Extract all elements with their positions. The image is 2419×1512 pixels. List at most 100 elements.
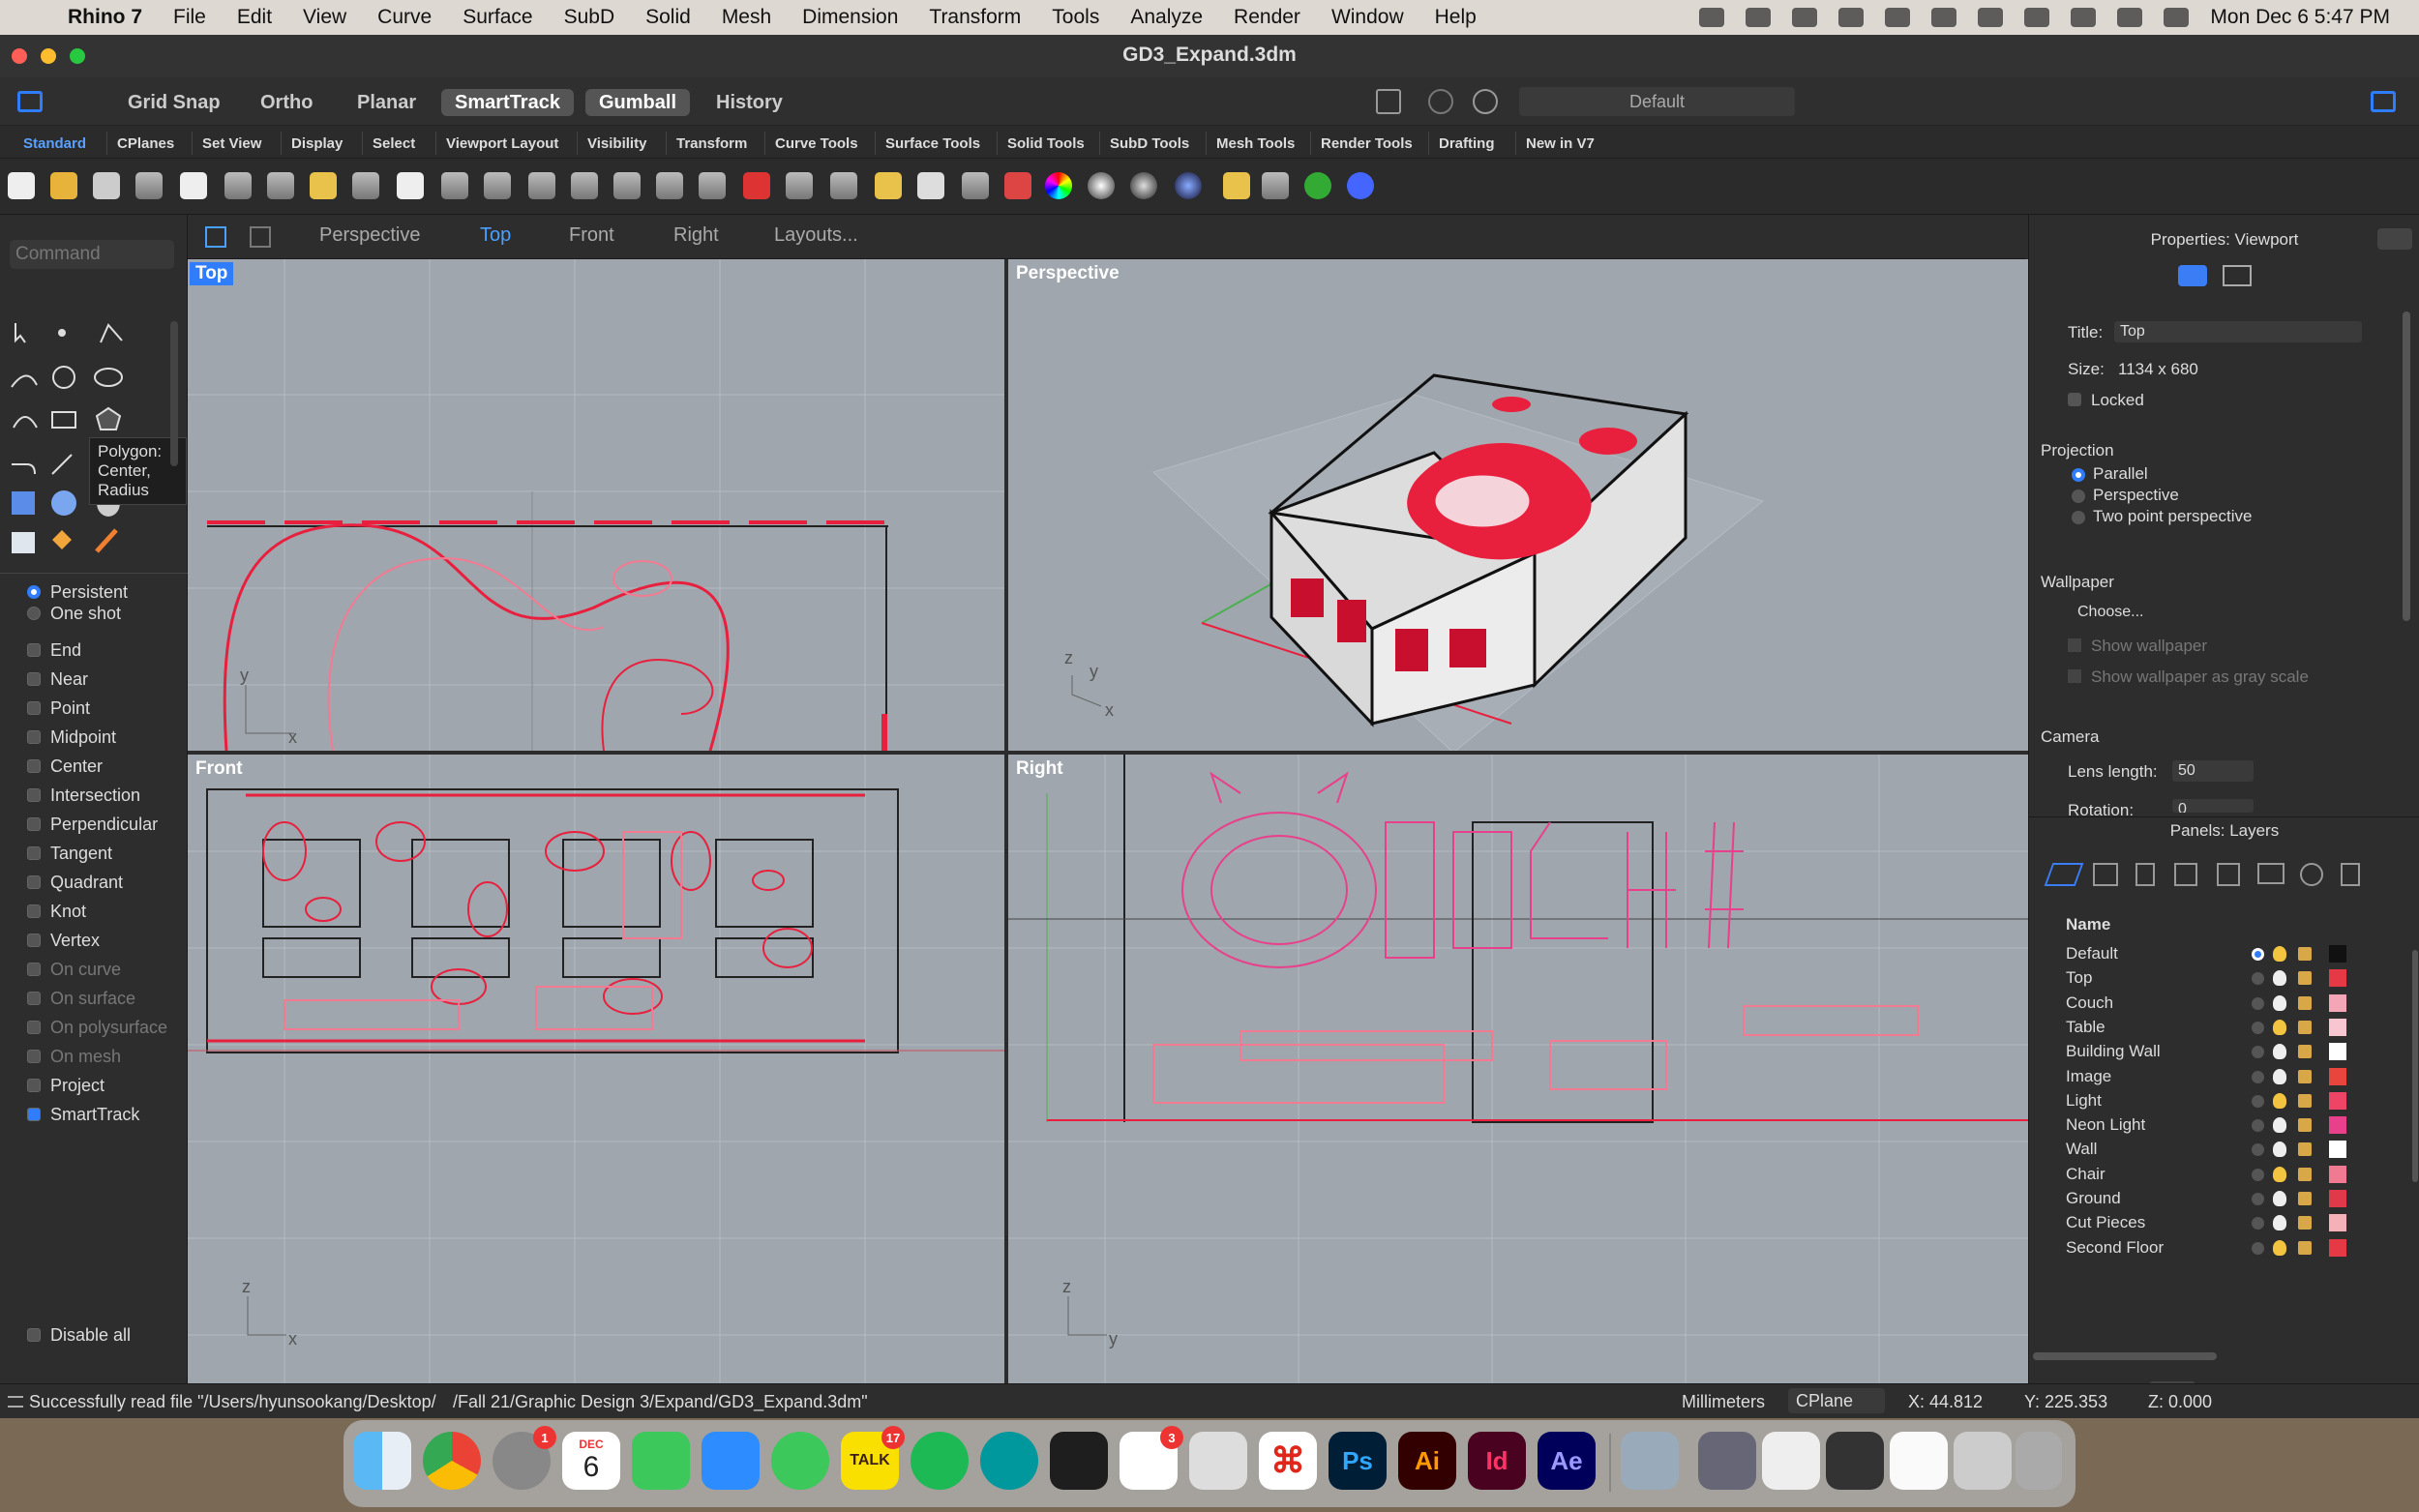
menu-tools[interactable]: Tools (1052, 6, 1099, 29)
layer-color-swatch[interactable] (2329, 1116, 2346, 1135)
zoom-extents-icon[interactable] (571, 172, 598, 199)
menu-curve[interactable]: Curve (377, 6, 432, 29)
layers-tab-icon[interactable] (2044, 863, 2084, 886)
visibility-bulb-icon[interactable] (2273, 1092, 2286, 1109)
target-icon[interactable] (1473, 89, 1498, 114)
layer-row[interactable]: Image (2029, 1065, 2419, 1089)
layer-row[interactable]: Couch (2029, 992, 2419, 1016)
menu-render[interactable]: Render (1234, 6, 1300, 29)
tab-curve-tools[interactable]: Curve Tools (764, 132, 868, 155)
lock-icon[interactable] (2298, 1045, 2312, 1059)
lock-icon[interactable] (962, 172, 989, 199)
panel-toggle-icon[interactable] (2371, 91, 2396, 112)
visibility-bulb-icon[interactable] (2273, 1019, 2286, 1035)
layer-color-swatch[interactable] (2329, 1238, 2346, 1257)
osnap-on-surface[interactable]: On surface (27, 987, 135, 1010)
shaded-sphere-icon[interactable] (1088, 172, 1115, 199)
current-layer-radio[interactable] (2252, 972, 2264, 986)
menu-solid[interactable]: Solid (645, 6, 691, 29)
tab-visibility[interactable]: Visibility (577, 132, 656, 155)
photoshop-icon[interactable]: Ps (1329, 1432, 1387, 1490)
tab-top[interactable]: Top (480, 224, 511, 247)
rhino-icon[interactable] (1189, 1432, 1247, 1490)
sync-icon[interactable] (1746, 8, 1772, 27)
layer-color-swatch[interactable] (2329, 1141, 2346, 1159)
wallpaper-select[interactable]: Choose... (2072, 602, 2217, 623)
visibility-bulb-icon[interactable] (2273, 1068, 2286, 1084)
visibility-bulb-icon[interactable] (2273, 1191, 2286, 1206)
osnap-checkbox[interactable] (27, 963, 41, 976)
viewport-right[interactable]: z y Right (1008, 755, 2028, 1416)
visibility-bulb-icon[interactable] (2273, 1215, 2286, 1231)
layer-row[interactable]: Neon Light (2029, 1113, 2419, 1138)
command-input[interactable]: Command (10, 240, 174, 269)
filter-icon[interactable] (1376, 89, 1401, 114)
single-layout-icon[interactable] (250, 226, 271, 248)
four-viewports-icon[interactable] (699, 172, 726, 199)
trash-icon[interactable] (2016, 1432, 2062, 1490)
lock-icon[interactable] (2298, 1142, 2312, 1157)
flag-icon[interactable] (1885, 8, 1911, 27)
paste-icon[interactable] (310, 172, 337, 199)
layer-color-swatch[interactable] (2329, 1214, 2346, 1232)
lock-icon[interactable] (2298, 1093, 2312, 1108)
new-file-icon[interactable] (8, 172, 35, 199)
current-layer-radio[interactable] (2252, 996, 2264, 1010)
messages-icon[interactable] (771, 1432, 829, 1490)
undo-icon[interactable] (352, 172, 379, 199)
lock-icon[interactable] (2298, 1167, 2312, 1181)
osnap-on-curve[interactable]: On curve (27, 958, 121, 981)
render-icon[interactable] (1175, 172, 1202, 199)
figma-icon[interactable] (1050, 1432, 1108, 1490)
tab-viewport-layout[interactable]: Viewport Layout (435, 132, 568, 155)
wifi-icon[interactable] (2024, 8, 2050, 27)
osnap-checkbox[interactable] (27, 817, 41, 831)
chat-icon[interactable] (1792, 8, 1818, 27)
acrobat-icon[interactable]: ⌘ (1259, 1432, 1317, 1490)
environments-tab-icon[interactable] (2217, 863, 2240, 886)
points-on-icon[interactable] (875, 172, 902, 199)
layer-color-swatch[interactable] (2329, 969, 2346, 988)
osnap-checkbox[interactable] (27, 875, 41, 889)
menu-mesh[interactable]: Mesh (722, 6, 771, 29)
menu-analyze[interactable]: Analyze (1130, 6, 1203, 29)
document-tab-icon[interactable] (2135, 863, 2155, 886)
visibility-bulb-icon[interactable] (2273, 1044, 2286, 1060)
tab-cplanes[interactable]: CPlanes (106, 132, 184, 155)
menu-app-name[interactable]: Rhino 7 (68, 6, 142, 29)
spotify-icon[interactable] (911, 1432, 969, 1490)
recent-window-3[interactable] (1826, 1432, 1884, 1490)
pan-icon[interactable] (397, 172, 424, 199)
tab-new-in-v7[interactable]: New in V7 (1515, 132, 1604, 155)
creative-cloud-icon[interactable] (1699, 8, 1725, 27)
current-layer-radio[interactable] (2252, 1217, 2264, 1230)
facetime-icon[interactable] (632, 1432, 690, 1490)
current-layer-radio[interactable] (2252, 1193, 2264, 1205)
materials-tab-icon[interactable] (2174, 863, 2197, 886)
lock-icon[interactable] (2298, 1216, 2312, 1230)
title-field[interactable]: Top (2114, 321, 2362, 342)
menu-transform[interactable]: Transform (929, 6, 1021, 29)
layer-color-swatch[interactable] (2329, 1018, 2346, 1036)
open-file-icon[interactable] (50, 172, 77, 199)
tab-right[interactable]: Right (673, 224, 719, 247)
osnap-perpendicular[interactable]: Perpendicular (27, 813, 158, 836)
preview-icon[interactable] (1621, 1432, 1679, 1490)
perspective-radio[interactable] (2072, 489, 2085, 503)
current-layer-radio[interactable] (2252, 1070, 2264, 1083)
import-icon[interactable] (180, 172, 207, 199)
bluetooth-icon[interactable] (1931, 8, 1957, 27)
osnap-checkbox[interactable] (27, 1079, 41, 1092)
lens-length-field[interactable]: 50 (2172, 760, 2254, 782)
gumball-toggle[interactable]: Gumball (585, 89, 691, 116)
show-wallpaper-checkbox[interactable] (2068, 638, 2081, 652)
rotate-view-icon[interactable] (441, 172, 468, 199)
current-layer-radio[interactable] (2252, 1046, 2264, 1059)
layer-row[interactable]: Cut Pieces (2029, 1211, 2419, 1235)
calendar-icon[interactable]: DEC 6 (562, 1432, 620, 1490)
cut-icon[interactable] (224, 172, 252, 199)
osnap-on-polysurface[interactable]: On polysurface (27, 1016, 167, 1039)
grid-snap-toggle[interactable]: Grid Snap (114, 89, 234, 116)
osnap-checkbox[interactable] (27, 1108, 41, 1121)
tab-set-view[interactable]: Set View (192, 132, 271, 155)
